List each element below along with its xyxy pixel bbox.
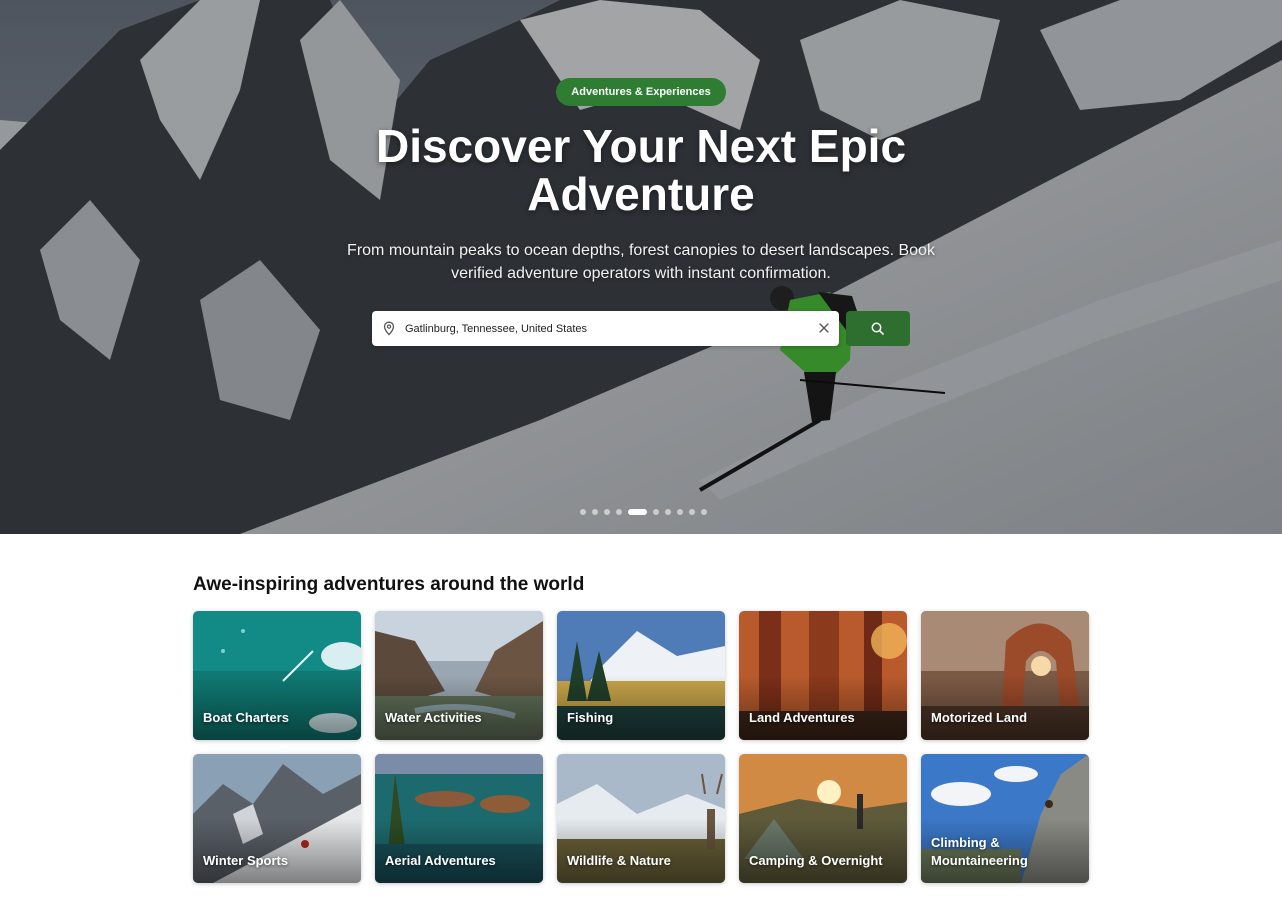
category-card-label: Motorized Land (931, 710, 1028, 725)
carousel-dot[interactable] (689, 509, 695, 515)
carousel-dot[interactable] (653, 509, 659, 515)
hero-subtitle: From mountain peaks to ocean depths, for… (347, 242, 935, 282)
location-search-input[interactable] (405, 311, 805, 346)
hero-banner: Adventures & Experiences Discover Your N… (0, 0, 1282, 534)
category-card-land-adventures[interactable]: Land Adventures (739, 611, 907, 740)
carousel-dot[interactable] (592, 509, 598, 515)
carousel-dot[interactable] (616, 509, 622, 515)
category-card-label: Water Activities (385, 710, 482, 725)
category-card-water-activities[interactable]: Water Activities (375, 611, 543, 740)
category-card-boat-charters[interactable]: Boat Charters (193, 611, 361, 740)
category-card-aerial-adventures[interactable]: Aerial Adventures (375, 754, 543, 883)
carousel-dot[interactable] (677, 509, 683, 515)
carousel-indicators (580, 509, 707, 515)
category-card-wildlife-nature[interactable]: Wildlife & Nature (557, 754, 725, 883)
carousel-dot[interactable] (604, 509, 610, 515)
category-card-label: Climbing & Mountaineering (931, 835, 1028, 868)
category-card-label: Boat Charters (203, 710, 289, 725)
category-card-fishing[interactable]: Fishing (557, 611, 725, 740)
category-card-label: Aerial Adventures (385, 853, 496, 868)
hero-title: Discover Your Next Epic Adventure (375, 120, 907, 220)
category-card-label: Land Adventures (749, 710, 855, 725)
carousel-dot[interactable] (665, 509, 671, 515)
search-button[interactable] (846, 311, 910, 346)
category-card-camping-overnight[interactable]: Camping & Overnight (739, 754, 907, 883)
category-card-label: Winter Sports (203, 853, 289, 868)
category-card-label: Camping & Overnight (749, 853, 883, 868)
section-title: Awe-inspiring adventures around the worl… (193, 574, 585, 595)
search-icon (871, 322, 884, 335)
category-card-motorized-land[interactable]: Motorized Land (921, 611, 1089, 740)
category-card-label: Wildlife & Nature (567, 853, 671, 868)
carousel-dot-active[interactable] (628, 509, 647, 515)
location-search-field[interactable] (372, 311, 839, 346)
category-card-winter-sports[interactable]: Winter Sports (193, 754, 361, 883)
category-card-climbing-mountaineering[interactable]: Climbing & Mountaineering (921, 754, 1089, 883)
category-badge: Adventures & Experiences (556, 78, 726, 106)
map-pin-icon (383, 321, 395, 336)
close-icon[interactable] (818, 322, 830, 334)
category-card-label: Fishing (567, 710, 614, 725)
carousel-dot[interactable] (580, 509, 586, 515)
carousel-dot[interactable] (701, 509, 707, 515)
